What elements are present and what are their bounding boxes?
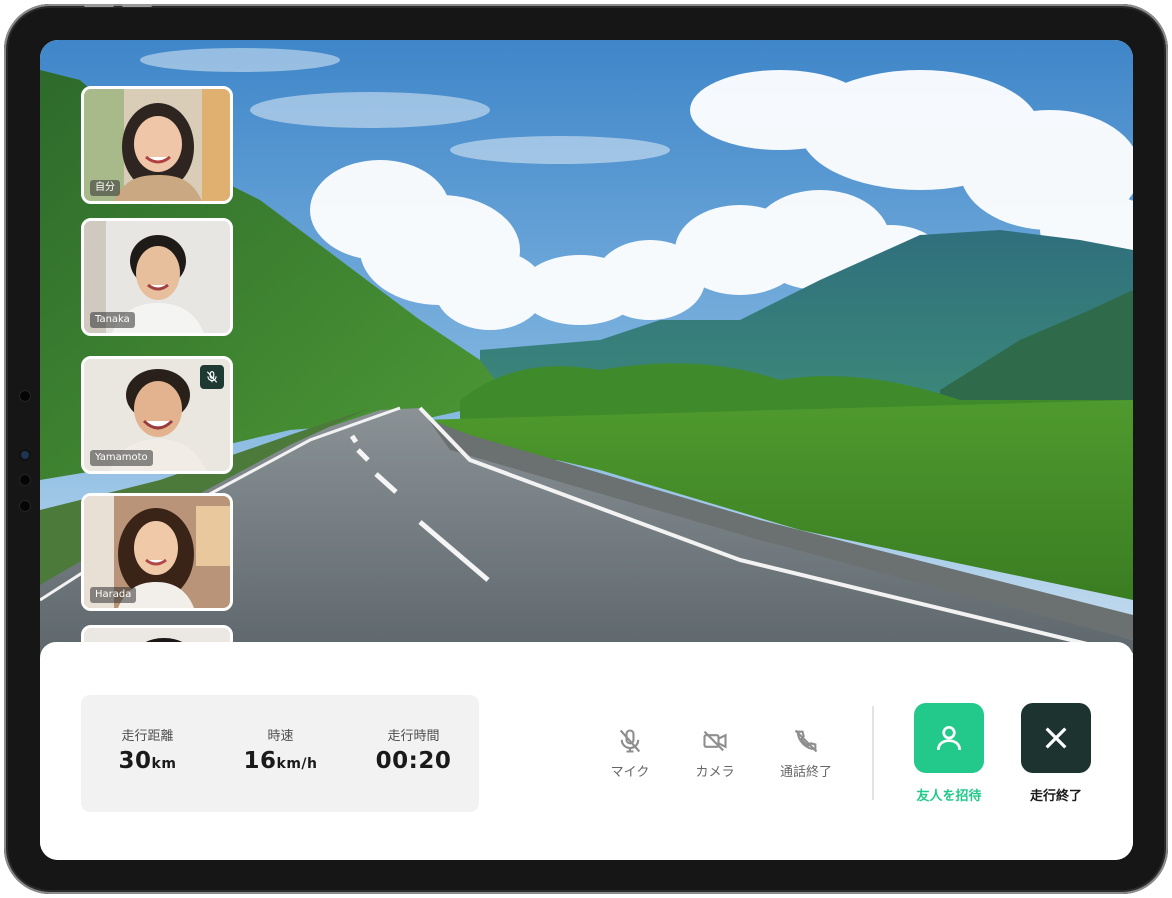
finish-ride-button[interactable]: 走行終了: [1011, 703, 1101, 804]
control-panel: 走行距離 30km 時速 16km/h 走行時間 00:20 マイク カメラ 通…: [40, 642, 1133, 860]
camera-off-icon: [703, 730, 727, 752]
stat-distance: 走行距離 30km: [81, 695, 214, 812]
camera-label: カメラ: [695, 765, 735, 780]
camera-toggle-button[interactable]: カメラ: [670, 727, 760, 780]
stat-label: 走行距離: [121, 729, 174, 744]
person-icon: [937, 726, 961, 751]
stat-label: 走行時間: [387, 729, 440, 744]
divider: [872, 706, 874, 800]
participant-name: 自分: [90, 180, 120, 196]
volume-button: [84, 4, 114, 7]
front-camera: [21, 451, 29, 459]
finish-button-square[interactable]: [1021, 703, 1091, 773]
mic-off-icon: [619, 729, 641, 753]
close-icon: [1045, 727, 1067, 749]
mic-toggle-button[interactable]: マイク: [585, 727, 675, 780]
app-screen: 自分 Tanaka Yamamoto Harada 走行距離 30km 時速 1…: [40, 40, 1133, 860]
participant-tile-tanaka[interactable]: Tanaka: [81, 218, 233, 336]
mic-off-icon: [206, 371, 218, 383]
participant-tile-yamamoto[interactable]: Yamamoto: [81, 356, 233, 474]
ride-stats-card: 走行距離 30km 時速 16km/h 走行時間 00:20: [81, 695, 479, 812]
time-value: 00:20: [375, 748, 452, 774]
end-call-button[interactable]: 通話終了: [761, 727, 851, 780]
end-call-label: 通話終了: [779, 765, 832, 780]
distance-unit: km: [151, 756, 177, 772]
participant-name: Tanaka: [90, 312, 135, 328]
sensor-dot: [19, 474, 31, 486]
speed-unit: km/h: [276, 756, 318, 772]
sensor-dot: [19, 500, 31, 512]
sensor-dot: [19, 390, 31, 402]
invite-button-square[interactable]: [914, 703, 984, 773]
stat-value: 16km/h: [214, 748, 347, 774]
stat-time: 走行時間 00:20: [347, 695, 480, 812]
speed-value: 16: [243, 748, 277, 774]
stat-value: 30km: [81, 748, 214, 774]
phone-off-icon: [794, 729, 818, 753]
invite-friend-button[interactable]: 友人を招待: [904, 703, 994, 804]
distance-value: 30: [118, 748, 152, 774]
participant-name: Harada: [90, 587, 137, 603]
participant-name: Yamamoto: [90, 450, 153, 466]
invite-label: 友人を招待: [916, 789, 982, 804]
mic-label: マイク: [610, 765, 650, 780]
stat-speed: 時速 16km/h: [214, 695, 347, 812]
stat-value: 00:20: [347, 748, 480, 774]
finish-label: 走行終了: [1029, 789, 1082, 804]
stat-label: 時速: [267, 729, 294, 744]
volume-button: [122, 4, 152, 7]
self-video-tile[interactable]: 自分: [81, 86, 233, 204]
muted-indicator: [200, 365, 224, 389]
participant-tile-harada[interactable]: Harada: [81, 493, 233, 611]
